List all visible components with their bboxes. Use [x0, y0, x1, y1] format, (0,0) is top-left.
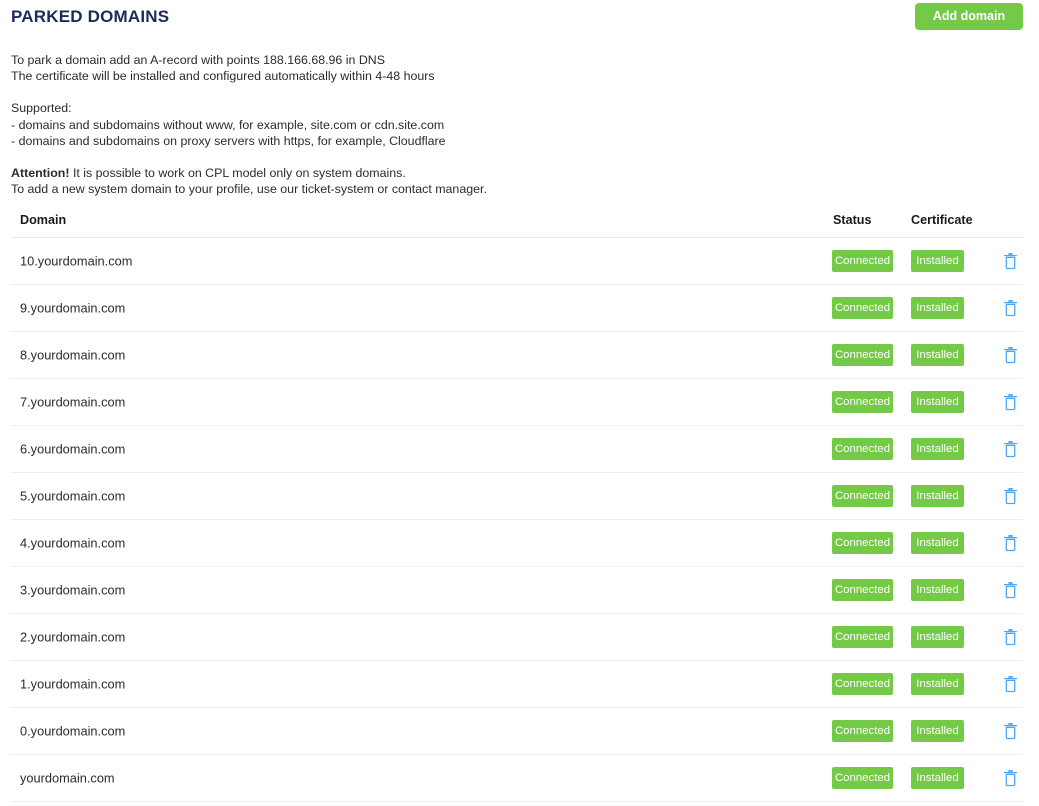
certificate-badge: Installed: [911, 720, 964, 742]
page-title: PARKED DOMAINS: [11, 7, 170, 26]
delete-domain-button[interactable]: [997, 765, 1023, 791]
delete-domain-button[interactable]: [997, 295, 1023, 321]
status-badge: Connected: [832, 297, 893, 319]
status-badge: Connected: [832, 250, 893, 272]
trash-icon: [1003, 722, 1018, 740]
domains-table: Domain Status Certificate 10.yourdomain.…: [11, 206, 1023, 802]
table-row: 10.yourdomain.com Connected Installed: [11, 238, 1023, 285]
certificate-badge: Installed: [911, 673, 964, 695]
table-row: 9.yourdomain.com Connected Installed: [11, 285, 1023, 332]
table-row: 2.yourdomain.com Connected Installed: [11, 614, 1023, 661]
attention-line-2: To add a new system domain to your profi…: [11, 182, 487, 197]
delete-domain-button[interactable]: [997, 483, 1023, 509]
delete-domain-button[interactable]: [997, 577, 1023, 603]
certificate-badge: Installed: [911, 391, 964, 413]
domain-name: 7.yourdomain.com: [20, 394, 126, 410]
delete-domain-button[interactable]: [997, 718, 1023, 744]
certificate-badge: Installed: [911, 579, 964, 601]
column-header-certificate: Certificate: [911, 213, 973, 227]
domain-name: 2.yourdomain.com: [20, 629, 126, 645]
status-badge: Connected: [832, 485, 893, 507]
domain-name: 0.yourdomain.com: [20, 723, 126, 739]
trash-icon: [1003, 581, 1018, 599]
table-row: 7.yourdomain.com Connected Installed: [11, 379, 1023, 426]
domain-name: 5.yourdomain.com: [20, 488, 126, 504]
domain-name: 3.yourdomain.com: [20, 582, 126, 598]
parked-domains-page: PARKED DOMAINS Add domain To park a doma…: [0, 0, 1039, 806]
table-row: 6.yourdomain.com Connected Installed: [11, 426, 1023, 473]
certificate-badge: Installed: [911, 532, 964, 554]
certificate-badge: Installed: [911, 250, 964, 272]
domain-name: 8.yourdomain.com: [20, 347, 126, 363]
certificate-badge: Installed: [911, 767, 964, 789]
status-badge: Connected: [832, 673, 893, 695]
intro-spacer-2: [11, 149, 1039, 165]
attention-line-1: Attention! It is possible to work on CPL…: [11, 165, 1039, 181]
status-badge: Connected: [832, 344, 893, 366]
domain-name: 9.yourdomain.com: [20, 300, 126, 316]
domain-name: 6.yourdomain.com: [20, 441, 126, 457]
certificate-badge: Installed: [911, 297, 964, 319]
intro-text-block: To park a domain add an A-record with po…: [0, 40, 1039, 197]
supported-label: Supported:: [11, 101, 72, 116]
table-header-row: Domain Status Certificate: [11, 206, 1023, 238]
intro-spacer-1: [11, 84, 1039, 100]
certificate-badge: Installed: [911, 344, 964, 366]
supported-item-1: - domains and subdomains without www, fo…: [11, 117, 445, 132]
delete-domain-button[interactable]: [997, 436, 1023, 462]
trash-icon: [1003, 393, 1018, 411]
status-badge: Connected: [832, 626, 893, 648]
delete-domain-button[interactable]: [997, 530, 1023, 556]
certificate-badge: Installed: [911, 485, 964, 507]
table-row: 4.yourdomain.com Connected Installed: [11, 520, 1023, 567]
trash-icon: [1003, 252, 1018, 270]
delete-domain-button[interactable]: [997, 248, 1023, 274]
table-row: 1.yourdomain.com Connected Installed: [11, 661, 1023, 708]
attention-text: It is possible to work on CPL model only…: [69, 166, 406, 181]
domain-name: yourdomain.com: [20, 770, 115, 786]
trash-icon: [1003, 440, 1018, 458]
table-row: 5.yourdomain.com Connected Installed: [11, 473, 1023, 520]
page-header: PARKED DOMAINS Add domain: [0, 0, 1039, 40]
column-header-domain: Domain: [20, 213, 67, 227]
status-badge: Connected: [832, 767, 893, 789]
attention-label: Attention!: [11, 166, 70, 181]
status-badge: Connected: [832, 391, 893, 413]
status-badge: Connected: [832, 720, 893, 742]
table-row: 0.yourdomain.com Connected Installed: [11, 708, 1023, 755]
trash-icon: [1003, 769, 1018, 787]
domain-name: 10.yourdomain.com: [20, 253, 133, 269]
trash-icon: [1003, 628, 1018, 646]
trash-icon: [1003, 534, 1018, 552]
intro-line-2: The certificate will be installed and co…: [11, 69, 435, 84]
column-header-status: Status: [833, 213, 872, 227]
table-row: yourdomain.com Connected Installed: [11, 755, 1023, 802]
table-row: 8.yourdomain.com Connected Installed: [11, 332, 1023, 379]
trash-icon: [1003, 675, 1018, 693]
delete-domain-button[interactable]: [997, 389, 1023, 415]
supported-item-2: - domains and subdomains on proxy server…: [11, 133, 446, 148]
certificate-badge: Installed: [911, 626, 964, 648]
delete-domain-button[interactable]: [997, 342, 1023, 368]
domain-name: 4.yourdomain.com: [20, 535, 126, 551]
delete-domain-button[interactable]: [997, 671, 1023, 697]
certificate-badge: Installed: [911, 438, 964, 460]
add-domain-button[interactable]: Add domain: [915, 3, 1023, 30]
table-body: 10.yourdomain.com Connected Installed 9.…: [11, 238, 1023, 802]
status-badge: Connected: [832, 579, 893, 601]
status-badge: Connected: [832, 438, 893, 460]
trash-icon: [1003, 299, 1018, 317]
intro-line-1: To park a domain add an A-record with po…: [11, 53, 386, 67]
delete-domain-button[interactable]: [997, 624, 1023, 650]
status-badge: Connected: [832, 532, 893, 554]
trash-icon: [1003, 487, 1018, 505]
domain-name: 1.yourdomain.com: [20, 676, 126, 692]
trash-icon: [1003, 346, 1018, 364]
table-row: 3.yourdomain.com Connected Installed: [11, 567, 1023, 614]
